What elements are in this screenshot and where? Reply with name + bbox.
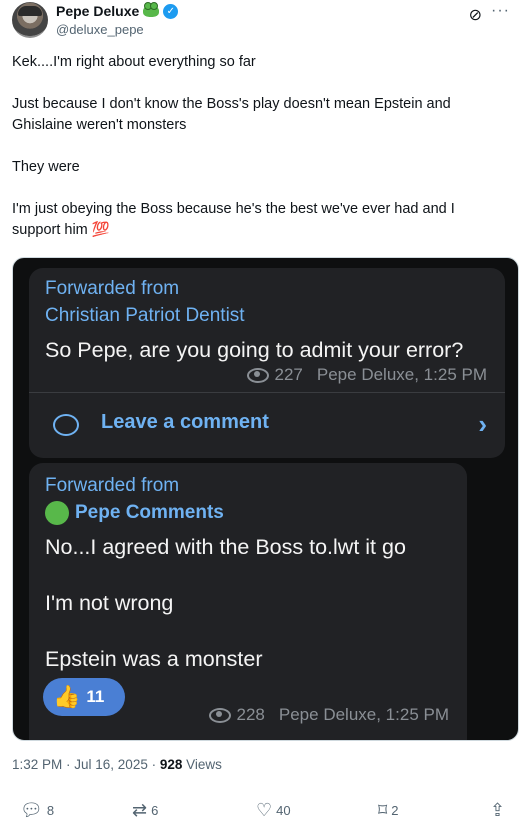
more-icon[interactable]: ··· bbox=[491, 2, 510, 20]
tweet-paragraph: Just because I don't know the Boss's pla… bbox=[12, 96, 451, 133]
forwarded-label: Forwarded from bbox=[45, 475, 180, 496]
forwarded-from-source[interactable]: Christian Patriot Dentist bbox=[45, 305, 245, 327]
reply-button[interactable]: 💬︎ 8 bbox=[20, 800, 54, 821]
chevron-right-icon[interactable]: › bbox=[478, 409, 487, 440]
tweet-paragraph: They were bbox=[12, 159, 80, 175]
tweet-header: Pepe Deluxe ✓ @deluxe_pepe ⊘ ··· bbox=[12, 0, 512, 48]
timestamp[interactable]: 1:32 PM · Jul 16, 2025 · bbox=[12, 757, 160, 772]
repost-button[interactable]: ⇄ 6 bbox=[132, 800, 158, 821]
message-text: So Pepe, are you going to admit your err… bbox=[45, 338, 464, 362]
message-author-time: Pepe Deluxe, 1:25 PM bbox=[278, 705, 449, 724]
message-meta: 228 Pepe Deluxe, 1:25 PM bbox=[208, 705, 449, 725]
avatar[interactable] bbox=[12, 2, 48, 38]
eye-icon bbox=[208, 707, 231, 723]
repost-count: 6 bbox=[151, 803, 159, 818]
view-count: 227 bbox=[274, 365, 303, 384]
views-label: Views bbox=[182, 757, 222, 772]
reaction-badge[interactable]: 👍 11 bbox=[43, 678, 125, 716]
forwarded-from-name: Pepe Comments bbox=[75, 502, 224, 524]
leave-comment-button[interactable]: Leave a comment bbox=[101, 411, 269, 434]
reply-count: 8 bbox=[46, 803, 55, 818]
message-meta: 227 Pepe Deluxe, 1:25 PM bbox=[246, 365, 487, 385]
tweet-text: Kek....I'm right about everything so far… bbox=[12, 52, 502, 262]
tweet-timestamp-row: 1:32 PM · Jul 16, 2025 · 928 Views bbox=[12, 757, 222, 772]
message-author-time: Pepe Deluxe, 1:25 PM bbox=[316, 365, 487, 384]
views-count: 928 bbox=[159, 757, 183, 772]
verified-badge-icon[interactable]: ✓ bbox=[163, 3, 179, 19]
forwarded-message-2: Forwarded from Pepe Comments No...I agre… bbox=[29, 463, 467, 740]
reaction-count: 11 bbox=[86, 687, 105, 706]
message-line: I'm not wrong bbox=[45, 591, 174, 615]
comment-icon[interactable] bbox=[53, 414, 79, 436]
like-count: 40 bbox=[276, 803, 291, 818]
author-handle[interactable]: @deluxe_pepe bbox=[56, 22, 144, 37]
bookmark-icon: ⌑ bbox=[378, 800, 388, 820]
message-line: No...I agreed with the Boss to.lwt it go bbox=[45, 535, 406, 559]
divider bbox=[29, 392, 505, 393]
like-button[interactable]: ♡ 40 bbox=[256, 800, 291, 821]
eye-icon bbox=[246, 367, 269, 383]
thumbs-up-icon: 👍 bbox=[53, 684, 81, 709]
reply-icon: 💬︎ bbox=[20, 800, 43, 820]
message-line: Epstein was a monster bbox=[45, 647, 263, 671]
bookmark-count: 2 bbox=[391, 803, 399, 818]
tweet-media-image[interactable]: Forwarded from Christian Patriot Dentist… bbox=[12, 257, 519, 741]
forwarded-label: Forwarded from bbox=[45, 278, 180, 299]
forwarded-from-source[interactable]: Pepe Comments bbox=[45, 501, 224, 525]
tweet-paragraph: Kek....I'm right about everything so far bbox=[12, 54, 256, 70]
forwarded-message-1: Forwarded from Christian Patriot Dentist… bbox=[29, 268, 505, 458]
author-name-row: Pepe Deluxe ✓ bbox=[56, 2, 179, 19]
like-icon: ♡ bbox=[256, 800, 273, 820]
repost-icon: ⇄ bbox=[132, 800, 148, 820]
grok-icon[interactable]: ⊘ bbox=[469, 5, 482, 25]
pepe-avatar-icon bbox=[45, 501, 69, 525]
view-count: 228 bbox=[236, 705, 265, 724]
tweet-paragraph: I'm just obeying the Boss because he's t… bbox=[12, 201, 455, 238]
bookmark-button[interactable]: ⌑ 2 bbox=[378, 800, 398, 821]
share-icon: ⇪ bbox=[490, 800, 506, 820]
frog-emoji-icon bbox=[143, 2, 160, 17]
author-name[interactable]: Pepe Deluxe bbox=[56, 3, 139, 19]
share-button[interactable]: ⇪ bbox=[490, 800, 505, 821]
tweet-actions: 💬︎ 8 ⇄ 6 ♡ 40 ⌑ 2 ⇪ bbox=[12, 800, 512, 824]
